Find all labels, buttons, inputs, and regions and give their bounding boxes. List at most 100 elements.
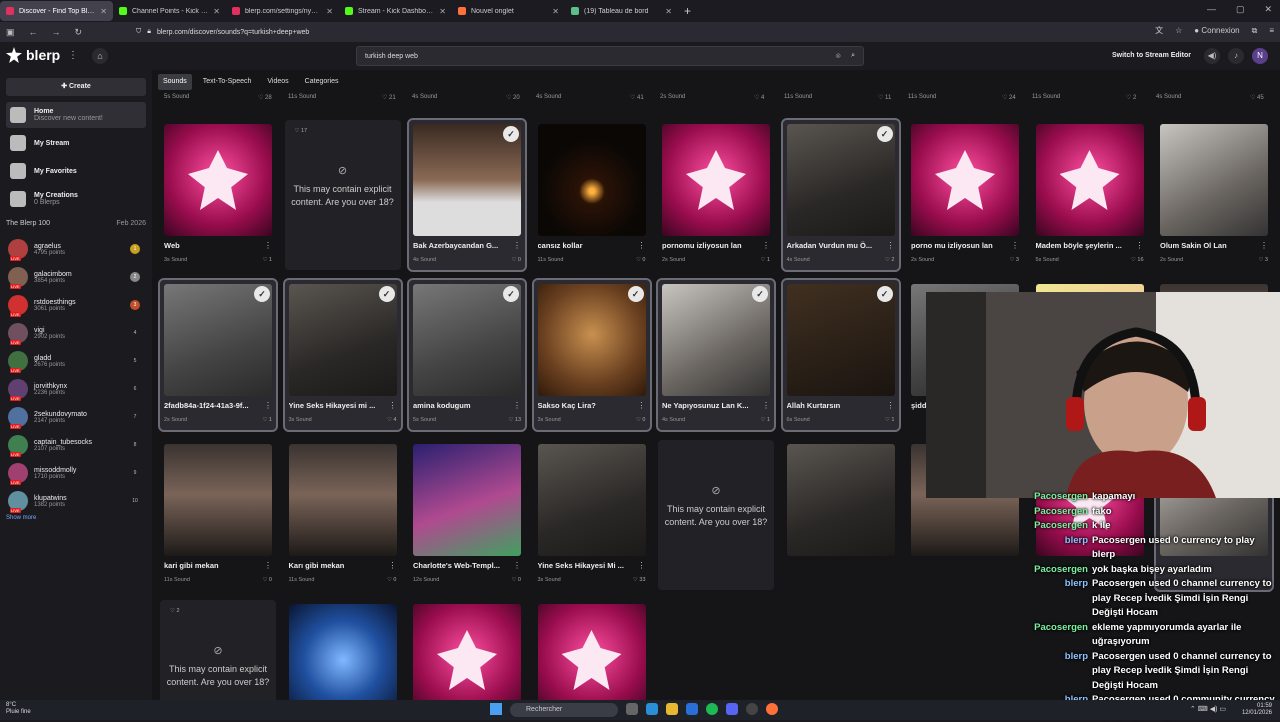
home-icon[interactable]: ⌂ [92, 48, 108, 64]
sound-card[interactable]: ✓ Sakso Kaç Lira? ⋮ 3s Sound ♡ 0 [531, 278, 652, 432]
sidebar-item-my-stream[interactable]: My Stream [6, 130, 146, 156]
clock[interactable]: 01:59 12/01/2026 [1242, 703, 1272, 717]
sound-card[interactable]: ⊘ This may contain explicit content. Are … [284, 120, 401, 270]
search-input[interactable]: turkish deep web ⊗ ⌕ [356, 46, 864, 66]
back-icon[interactable]: ← [29, 27, 38, 37]
sound-card[interactable]: porno mu izliyosun lan ⋮ 2s Sound ♡ 3 [907, 120, 1023, 270]
taskbar-search[interactable]: Rechercher [510, 703, 618, 717]
tab-close-icon[interactable]: ✕ [439, 7, 446, 16]
forward-icon[interactable]: → [52, 27, 61, 37]
sound-card[interactable]: ✓ Ne Yapıyosunuz Lan K... ⋮ 4s Sound ♡ 1 [656, 278, 776, 432]
browser-tab[interactable]: Discover - Find Top Blerps ✕ [0, 1, 113, 21]
sound-card[interactable]: Web ⋮ 3s Sound ♡ 1 [160, 120, 276, 270]
create-button[interactable]: ✚ Create [6, 78, 146, 96]
selected-check-icon[interactable]: ✓ [503, 286, 519, 302]
spotify-icon[interactable] [706, 703, 718, 715]
clear-search-icon[interactable]: ⊗ [835, 52, 841, 60]
leaderboard-row[interactable]: LIVE agraelus 4795 points 1 [8, 236, 140, 262]
switch-stream-editor-button[interactable]: Switch to Stream Editor [1112, 52, 1191, 59]
leaderboard-row[interactable]: LIVE klupatwins 1382 points 10 [8, 488, 140, 514]
more-vertical-icon[interactable]: ⋮ [264, 401, 272, 410]
close-icon[interactable]: ✕ [1264, 4, 1272, 15]
extensions-icon[interactable]: ⧉ [1252, 26, 1258, 36]
more-vertical-icon[interactable]: ⋮ [762, 241, 770, 250]
sound-card[interactable]: Madem böyle şeylerin ... ⋮ 5s Sound ♡ 16 [1032, 120, 1148, 270]
tab-close-icon[interactable]: ✕ [100, 7, 107, 16]
more-vertical-icon[interactable]: ⋮ [389, 401, 397, 410]
selected-check-icon[interactable]: ✓ [627, 286, 644, 302]
filter-categories[interactable]: Categories [300, 74, 344, 90]
more-vertical-icon[interactable]: ⋮ [1136, 241, 1144, 250]
leaderboard-row[interactable]: LIVE jorvithkynx 2236 points 6 [8, 376, 140, 402]
sound-card[interactable]: Charlotte's Web-Templ... ⋮ 12s Sound ♡ 0 [409, 440, 525, 590]
sound-card[interactable]: ✓ Bak Azerbaycandan G... ⋮ 4s Sound ♡ 0 [407, 118, 527, 272]
tab-close-icon[interactable]: ✕ [326, 7, 333, 16]
selected-check-icon[interactable]: ✓ [378, 286, 395, 302]
more-vertical-icon[interactable]: ⋮ [638, 401, 646, 410]
show-more-link[interactable]: Show more [6, 515, 36, 521]
volume-icon[interactable]: ◀) [1204, 48, 1220, 64]
more-vertical-icon[interactable]: ⋮ [513, 561, 521, 570]
reload-icon[interactable]: ↻ [75, 27, 83, 38]
translate-icon[interactable]: 文 [1155, 25, 1163, 36]
browser-tab[interactable]: Channel Points - Kick Dashboard ✕ [113, 1, 226, 21]
address-bar[interactable]: ⛉ 🔒︎ blerp.com/discover/sounds?q=turkish… [136, 25, 1096, 39]
search-icon[interactable]: ⌕ [851, 52, 855, 60]
sound-card[interactable] [285, 600, 401, 700]
leaderboard-row[interactable]: LIVE captain_tubesocks 2107 points 8 [8, 432, 140, 458]
sound-card[interactable] [534, 600, 650, 700]
selected-check-icon[interactable]: ✓ [254, 286, 270, 302]
more-vertical-icon[interactable]: ⋮ [264, 241, 272, 250]
firefox-icon[interactable] [766, 703, 778, 715]
store-icon[interactable] [686, 703, 698, 715]
edge-icon[interactable] [646, 703, 658, 715]
weather-widget[interactable]: 8°C Pluie fine [6, 702, 31, 716]
more-vertical-icon[interactable]: ⋮ [887, 401, 895, 410]
sidebar-toggle-icon[interactable]: ▣ [6, 27, 15, 38]
leaderboard-row[interactable]: LIVE rstdoesthings 3061 points 3 [8, 292, 140, 318]
sound-card[interactable]: ✓ amina kodugum ⋮ 5s Sound ♡ 13 [407, 278, 527, 432]
more-vertical-icon[interactable]: ⋮ [638, 561, 646, 570]
selected-check-icon[interactable]: ✓ [876, 286, 893, 302]
sound-card[interactable]: ✓ Allah Kurtarsın ⋮ 6s Sound ♡ 1 [780, 278, 901, 432]
selected-check-icon[interactable]: ✓ [503, 126, 519, 142]
browser-tab[interactable]: Stream - Kick Dashboard ✕ [339, 1, 452, 21]
more-vertical-icon[interactable]: ⋮ [389, 561, 397, 570]
explorer-icon[interactable] [666, 703, 678, 715]
browser-tab[interactable]: Nouvel onglet ✕ [452, 1, 565, 21]
discord-icon[interactable] [726, 703, 738, 715]
more-vertical-icon[interactable]: ⋮ [513, 401, 521, 410]
more-vertical-icon[interactable]: ⋮ [638, 241, 646, 250]
sound-card[interactable]: Olum Sakin Ol Lan ⋮ 2s Sound ♡ 3 [1156, 120, 1272, 270]
leaderboard-row[interactable]: LIVE 2sekundovymato 2147 points 7 [8, 404, 140, 430]
browser-tab[interactable]: blerp.com/settings/nysiumer?c ✕ [226, 1, 339, 21]
selected-check-icon[interactable]: ✓ [876, 126, 893, 142]
sidebar-item-my-creations[interactable]: My Creations 0 Blerps [6, 186, 146, 212]
filter-videos[interactable]: Videos [262, 74, 293, 90]
leaderboard-row[interactable]: LIVE vigi 2902 points 4 [8, 320, 140, 346]
more-vertical-icon[interactable]: ⋮ [513, 241, 521, 250]
tab-close-icon[interactable]: ✕ [665, 7, 672, 16]
more-vertical-icon[interactable]: ⋮ [1011, 241, 1019, 250]
leaderboard-row[interactable]: LIVE gladd 2676 points 5 [8, 348, 140, 374]
sound-card[interactable]: ✓ Yine Seks Hikayesi mi ... ⋮ 3s Sound ♡ 4 [282, 278, 403, 432]
sound-card[interactable]: ⊘ This may contain explicit content. Are … [658, 440, 774, 590]
leaderboard-row[interactable]: LIVE missoddmolly 1710 points 9 [8, 460, 140, 486]
system-tray-icons[interactable]: ⌃ ⌨ ◀) ▭ [1190, 705, 1226, 713]
sound-card[interactable]: Yine Seks Hikayesi Mi ... ⋮ 3s Sound ♡ 33 [534, 440, 650, 590]
notification-bell-icon[interactable]: ♪ [1228, 48, 1244, 64]
sound-card[interactable]: ✓ Arkadan Vurdun mu Ö... ⋮ 4s Sound ♡ 2 [780, 118, 901, 272]
leaderboard-row[interactable]: LIVE galacimbom 3854 points 2 [8, 264, 140, 290]
menu-icon[interactable]: ≡ [1269, 26, 1274, 35]
browser-tab[interactable]: (19) Tableau de bord ✕ [565, 1, 678, 21]
selected-check-icon[interactable]: ✓ [752, 286, 768, 302]
filter-sounds[interactable]: Sounds [158, 74, 192, 90]
new-tab-icon[interactable]: + [684, 4, 691, 18]
windows-start-icon[interactable] [490, 703, 502, 715]
sound-card[interactable]: cansız kollar ⋮ 11s Sound ♡ 0 [534, 120, 650, 270]
tab-close-icon[interactable]: ✕ [213, 7, 220, 16]
more-vertical-icon[interactable]: ⋮ [68, 50, 78, 61]
sound-card[interactable] [783, 440, 899, 590]
maximize-icon[interactable]: ▢ [1236, 4, 1245, 15]
obs-icon[interactable] [746, 703, 758, 715]
